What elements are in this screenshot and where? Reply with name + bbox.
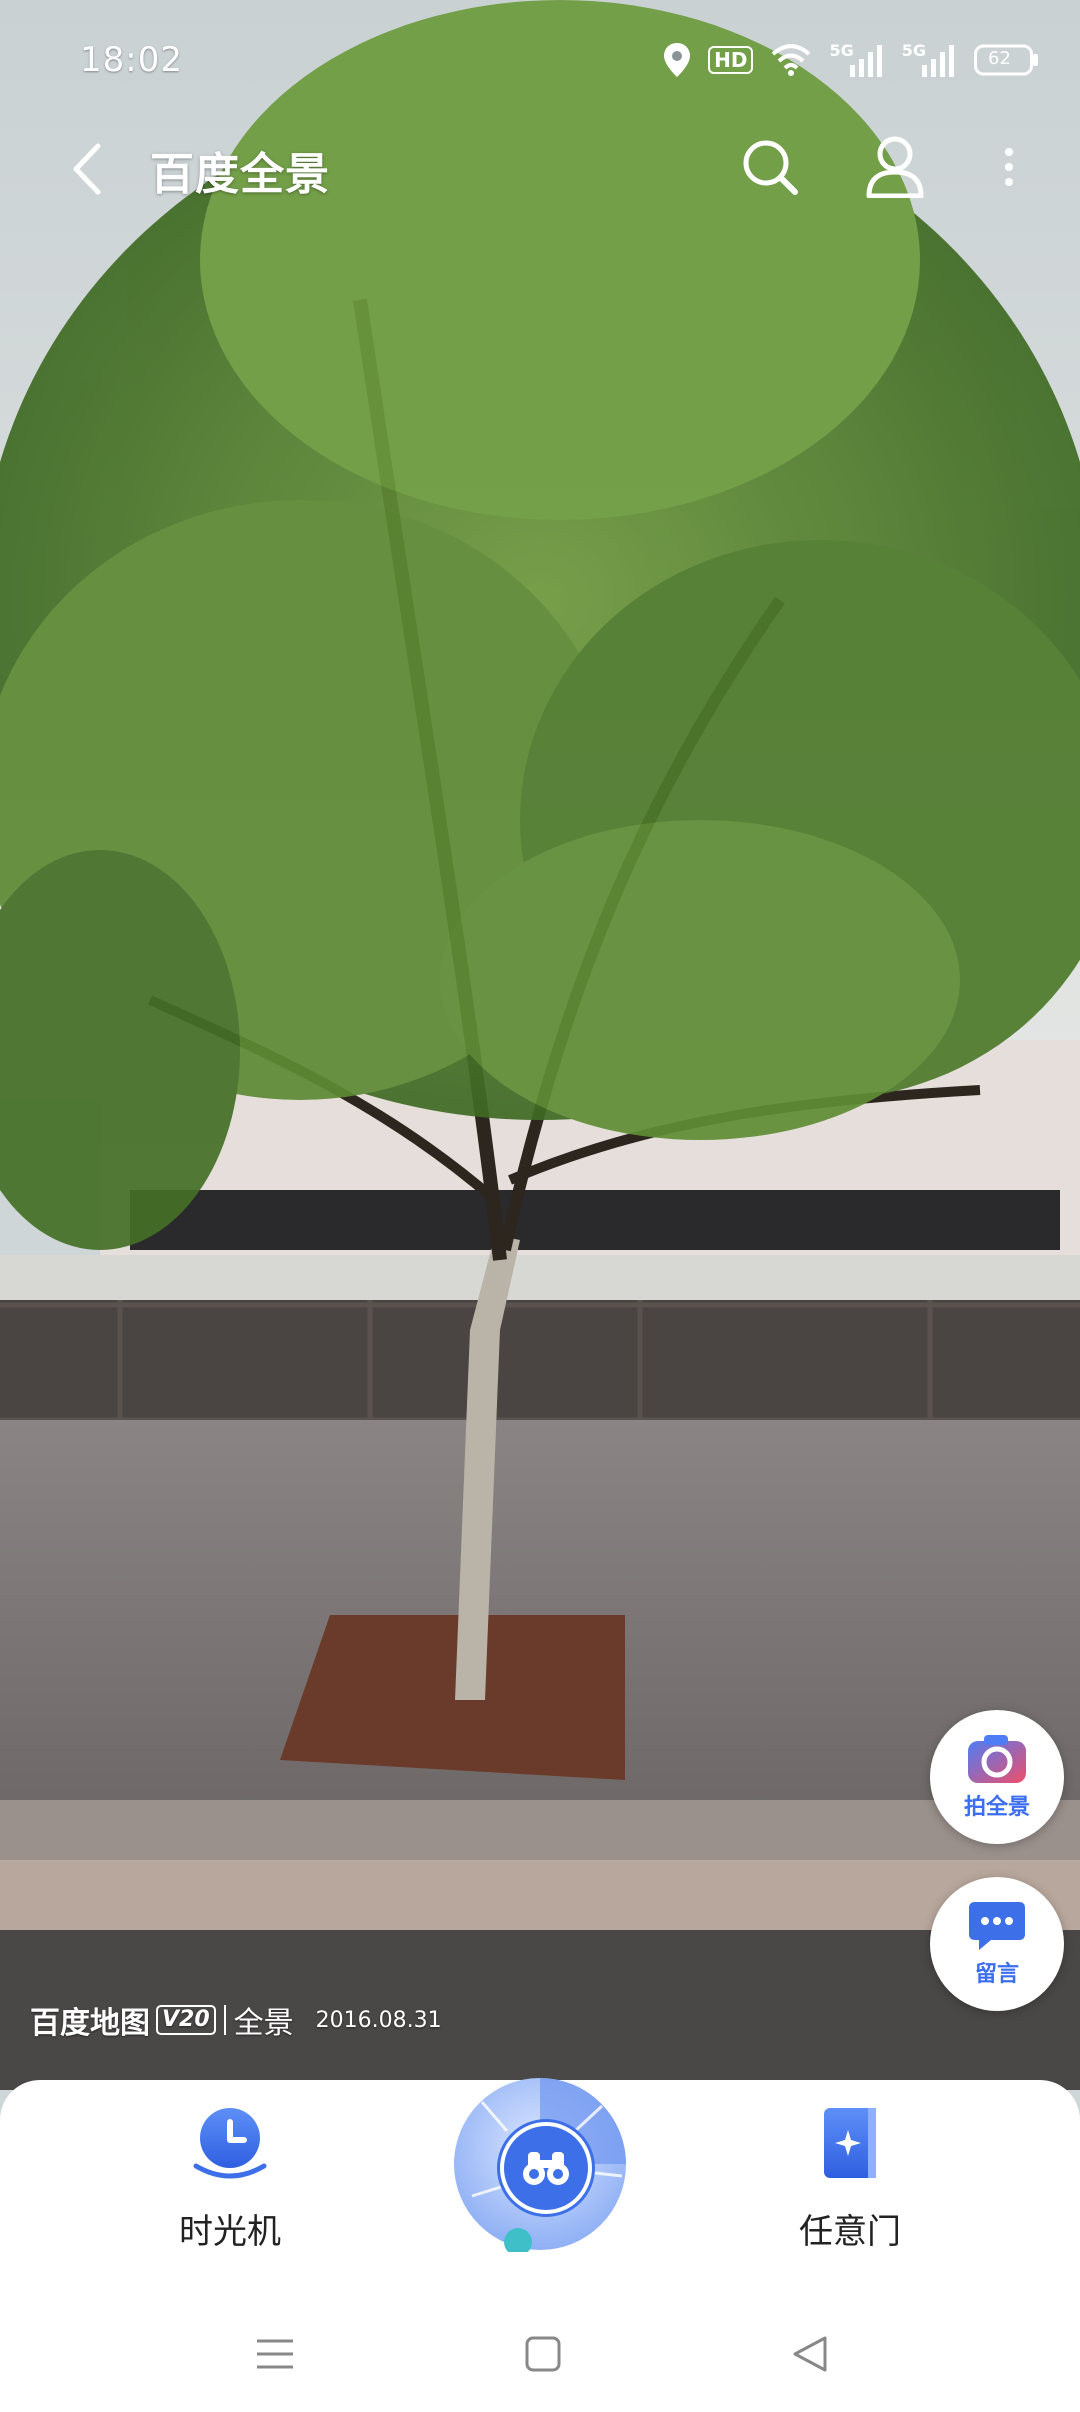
compass-dial[interactable] xyxy=(452,2076,628,2252)
profile-button[interactable] xyxy=(860,132,930,202)
location-icon xyxy=(664,43,691,77)
panorama-watermark: 百度地图 V20 全景 2016.08.31 xyxy=(30,2000,442,2041)
back-button[interactable] xyxy=(52,134,122,204)
status-time: 18:02 xyxy=(80,40,183,80)
triangle-back-icon xyxy=(793,2336,827,2372)
system-navigation-bar xyxy=(0,2300,1080,2412)
time-machine-icon xyxy=(193,2108,267,2179)
signal-1-icon: 5G xyxy=(829,41,883,77)
panorama-street-view[interactable] xyxy=(0,0,1080,2412)
chevron-left-icon xyxy=(73,143,101,195)
page-title: 百度全景 xyxy=(150,149,330,200)
square-icon xyxy=(525,2336,561,2372)
nav-recents-button[interactable] xyxy=(245,2324,305,2384)
time-machine-button[interactable]: 时光机 xyxy=(120,2102,340,2302)
door-icon xyxy=(824,2108,876,2178)
binoculars-icon xyxy=(523,2152,569,2185)
status-bar: 18:02 HD 5G 5G 62 xyxy=(0,0,1080,120)
nav-home-button[interactable] xyxy=(513,2324,573,2384)
binoculars-button[interactable] xyxy=(500,2122,592,2214)
teleport-label: 任意门 xyxy=(799,2212,901,2252)
take-panorama-button[interactable]: 拍全景 xyxy=(930,1710,1064,1844)
teleport-button[interactable]: 任意门 xyxy=(740,2102,960,2302)
message-icon xyxy=(969,1902,1025,1950)
wifi-icon xyxy=(771,44,811,76)
battery-icon: 62 xyxy=(974,44,1040,76)
capture-date: 2016.08.31 xyxy=(315,2007,442,2033)
status-icons: HD 5G 5G 62 xyxy=(664,38,1040,82)
comment-label: 留言 xyxy=(974,1962,1019,1987)
more-vertical-icon xyxy=(1005,148,1013,186)
menu-icon xyxy=(257,2339,293,2369)
user-icon xyxy=(866,136,924,198)
comment-button[interactable]: 留言 xyxy=(930,1877,1064,2011)
nav-back-button[interactable] xyxy=(780,2324,840,2384)
battery-level: 62 xyxy=(988,48,1011,69)
watermark-divider xyxy=(223,2005,226,2035)
time-machine-label: 时光机 xyxy=(179,2212,281,2252)
watermark-version: V20 xyxy=(156,2005,216,2035)
take-panorama-label: 拍全景 xyxy=(963,1795,1030,1820)
watermark-brand: 百度地图 xyxy=(30,2006,150,2041)
camera-icon xyxy=(968,1735,1026,1783)
search-icon xyxy=(743,140,798,195)
more-options-button[interactable] xyxy=(994,132,1024,202)
search-button[interactable] xyxy=(735,132,805,202)
watermark-product: 全景 xyxy=(233,2006,294,2041)
title-bar: 百度全景 xyxy=(0,120,1080,220)
hd-voice-badge: HD xyxy=(708,46,754,74)
signal-2-icon: 5G xyxy=(902,41,956,77)
